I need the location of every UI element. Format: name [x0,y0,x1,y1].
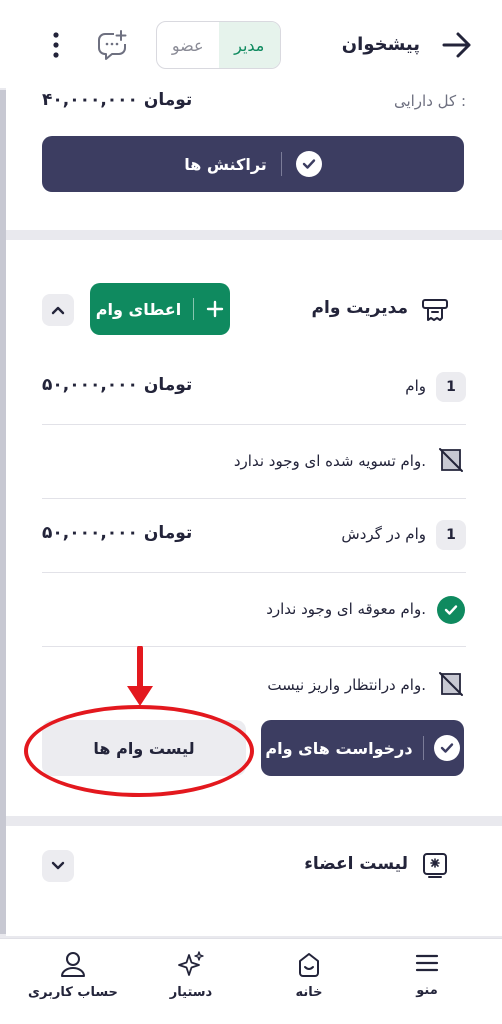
plus-icon [207,300,224,318]
chevron-up-icon [51,306,65,315]
row-divider [42,498,466,499]
loan-requests-button[interactable]: درخواست های وام [261,720,464,776]
segment-member[interactable]: عضو [157,22,219,68]
button-divider [280,152,282,176]
button-divider [422,736,424,760]
check-icon [433,735,460,761]
row-divider [42,572,466,573]
nav-menu-label: منو [416,983,438,998]
circulating-loan-label: وام در گردش [341,525,426,543]
role-switch: عضو مدیر [156,21,281,69]
more-vertical-icon[interactable] [44,28,68,62]
app-screen: پیشخوان عضو مدیر کل دارایی : ۴۰,۰۰۰,۰۰۰ … [0,0,502,1024]
nav-menu[interactable]: منو [372,949,482,998]
nav-assistant[interactable]: دستیار [136,949,246,1000]
grant-loan-button[interactable]: اعطای وام [90,283,230,335]
pending-payment-text: وام درانتظار واریز نیست. [267,676,426,694]
members-card: لیست اعضاء [6,826,502,936]
bottom-navigation: منو خانه دستیار حساب کاربری [0,938,502,1024]
circulating-loan-badge: 1 [436,520,466,550]
nav-account-label: حساب کاربری [28,985,118,1000]
loan-total-amount: ۵۰,۰۰۰,۰۰۰ تومان [42,375,193,395]
members-title: لیست اعضاء [304,854,408,874]
overdue-loan-text: وام معوقه ای وجود ندارد. [266,600,426,618]
back-arrow-icon[interactable] [442,30,472,60]
chat-add-icon[interactable] [96,28,130,62]
loan-receipt-icon [422,299,448,321]
user-icon [61,952,85,977]
row-divider [42,646,466,647]
loan-requests-label: درخواست های وام [265,738,413,758]
annotation-arrow-icon [127,646,153,706]
nav-home[interactable]: خانه [254,949,364,1000]
check-icon [295,151,322,177]
total-assets-label: کل دارایی : [393,92,466,110]
loan-count-badge: 1 [436,372,466,402]
members-list-icon [423,853,447,878]
transactions-button[interactable]: تراکنش ها [42,136,464,192]
top-bar: پیشخوان عضو مدیر [0,0,502,88]
expand-toggle[interactable] [42,850,74,882]
home-icon [299,953,319,977]
loan-management-title: مدیریت وام [311,298,408,318]
button-divider [193,298,195,320]
nav-assistant-label: دستیار [169,985,213,1000]
row-divider [42,424,466,425]
settled-loan-text: وام تسویه شده ای وجود ندارد. [233,452,426,470]
page-title: پیشخوان [341,34,420,55]
collapse-toggle[interactable] [42,294,74,326]
loan-total-label: وام [405,377,426,395]
balance-card: کل دارایی : ۴۰,۰۰۰,۰۰۰ تومان تراکنش ها [6,88,502,230]
segment-manager[interactable]: مدیر [218,22,280,68]
nav-home-label: خانه [295,985,323,1000]
settled-loan-empty-icon [439,448,463,472]
transactions-label: تراکنش ها [184,154,267,174]
pending-payment-empty-icon [439,672,463,696]
total-assets-value: ۴۰,۰۰۰,۰۰۰ تومان [42,90,193,110]
annotation-highlight [24,705,254,797]
check-circle-icon [437,596,465,624]
sparkle-icon [178,951,204,976]
chevron-down-icon [51,861,65,870]
nav-account[interactable]: حساب کاربری [18,949,128,1000]
grant-loan-label: اعطای وام [95,299,182,319]
circulating-loan-amount: ۵۰,۰۰۰,۰۰۰ تومان [42,523,193,543]
menu-icon [415,954,439,972]
